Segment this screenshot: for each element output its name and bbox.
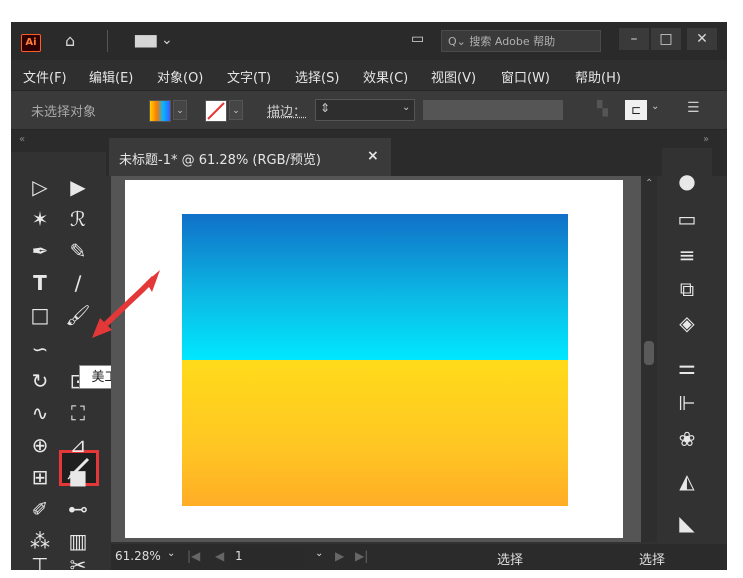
- no-stroke-icon: [207, 102, 225, 120]
- tools-panel: ▷ ▶ ✶ ℛ ✒ ✎ T ∕ □ 🖌 ∽ ↻ ⊡ ∿ ⛶ ⊕ ⊿ ⊞ ■ ✐ …: [11, 152, 106, 570]
- align-icon[interactable]: ⊏: [625, 100, 647, 120]
- magic-wand-tool-icon[interactable]: ✶: [25, 204, 55, 234]
- ai-logo-icon: Ai: [21, 34, 41, 52]
- control-menu-icon[interactable]: ☰: [687, 100, 700, 116]
- menu-window[interactable]: 窗口(W): [501, 67, 550, 86]
- menu-object[interactable]: 对象(O): [157, 67, 203, 86]
- canvas-area[interactable]: [111, 176, 657, 542]
- gradient-tool-icon[interactable]: ■: [63, 462, 93, 492]
- next-artboard-icon[interactable]: ▶: [335, 549, 344, 563]
- menu-help[interactable]: 帮助(H): [575, 67, 621, 86]
- brushes-panel-icon[interactable]: ◭: [672, 466, 702, 496]
- variable-width-profile[interactable]: [423, 100, 563, 120]
- document-tab-title: 未标题-1* @ 61.28% (RGB/预览): [119, 153, 321, 168]
- color-panel-icon[interactable]: ●: [672, 166, 702, 196]
- warp-tool-icon[interactable]: ∿: [25, 398, 55, 428]
- shaper-tool-icon[interactable]: ∽: [25, 334, 55, 364]
- selection-status: 未选择对象: [31, 105, 97, 120]
- arrange-documents-icon[interactable]: ▭: [411, 31, 424, 47]
- rotate-tool-icon[interactable]: ↻: [25, 366, 55, 396]
- search-icon: Q⌄: [448, 35, 470, 48]
- status-mode-right: 选择: [639, 553, 666, 568]
- first-artboard-icon[interactable]: |◀: [187, 549, 200, 563]
- slice-tool-icon[interactable]: ✂: [63, 550, 93, 570]
- workspace-layout-icon[interactable]: ▆▆ ⌄: [135, 32, 173, 48]
- stroke-panel-icon[interactable]: ≡: [672, 240, 702, 270]
- zoom-level[interactable]: 61.28%: [115, 549, 161, 563]
- stroke-weight-input[interactable]: ⇕ ⌄: [315, 99, 415, 121]
- curvature-tool-icon[interactable]: ✎: [63, 236, 93, 266]
- artboard[interactable]: [125, 180, 623, 538]
- blend-tool-icon[interactable]: ⊷: [63, 494, 93, 524]
- line-segment-tool-icon[interactable]: ∕: [63, 268, 93, 298]
- gradient-panel-icon[interactable]: ▭: [672, 204, 702, 234]
- selection-tool-icon[interactable]: ▷: [25, 172, 55, 202]
- symbols-panel-icon[interactable]: ◣: [672, 508, 702, 538]
- panels-dock: ● ▭ ≡ ⧉ ◈ ⚌ ⊩ ❀ ◭ ◣: [662, 148, 712, 570]
- paintbrush-tool-icon[interactable]: 🖌: [63, 300, 93, 330]
- artboard-dropdown-icon[interactable]: ⌄: [315, 548, 323, 559]
- artboard-tool-icon[interactable]: ⊤: [25, 550, 55, 570]
- yellow-gradient-rectangle[interactable]: [182, 360, 568, 506]
- menu-edit[interactable]: 编辑(E): [89, 67, 133, 86]
- properties-panel-icon[interactable]: ⚌: [672, 352, 702, 382]
- pen-tool-icon[interactable]: ✒: [25, 236, 55, 266]
- scroll-up-icon[interactable]: ⌃: [645, 178, 653, 189]
- artboard-number-input[interactable]: 1: [231, 547, 305, 567]
- document-tab-bar: « » 未标题-1* @ 61.28% (RGB/预览) ×: [11, 130, 727, 176]
- status-bar: 61.28% ⌄ |◀ ◀ 1 ⌄ ▶ ▶| 选择 选择: [111, 544, 727, 570]
- eyedropper-tool-icon[interactable]: ✐: [25, 494, 55, 524]
- title-bar: Ai ⌂ ▆▆ ⌄ ▭ Q⌄ 搜索 Adobe 帮助 – □ ✕: [11, 22, 727, 60]
- last-artboard-icon[interactable]: ▶|: [355, 549, 368, 563]
- align-dropdown-icon[interactable]: ⌄: [651, 101, 659, 112]
- stroke-dropdown[interactable]: ⌄: [229, 100, 243, 120]
- free-transform-tool-icon[interactable]: ⛶: [63, 398, 93, 428]
- status-mode-center: 选择: [497, 553, 524, 568]
- stroke-swatch[interactable]: [205, 100, 227, 122]
- direct-selection-tool-icon[interactable]: ▶: [63, 172, 93, 202]
- stroke-weight-dropdown-icon[interactable]: ⌄: [402, 102, 410, 113]
- artboard-number: 1: [235, 549, 243, 563]
- menu-effect[interactable]: 效果(C): [363, 67, 408, 86]
- illustrator-window: Ai ⌂ ▆▆ ⌄ ▭ Q⌄ 搜索 Adobe 帮助 – □ ✕ 文件(F) 编…: [11, 22, 727, 570]
- stroke-weight-stepper-icon[interactable]: ⇕: [320, 101, 330, 115]
- menu-type[interactable]: 文字(T): [227, 67, 271, 86]
- search-input[interactable]: Q⌄ 搜索 Adobe 帮助: [441, 30, 601, 52]
- menu-file[interactable]: 文件(F): [23, 67, 67, 86]
- document-tab[interactable]: 未标题-1* @ 61.28% (RGB/预览) ×: [109, 138, 391, 176]
- transparency-panel-icon[interactable]: ⧉: [672, 274, 702, 304]
- menu-bar: 文件(F) 编辑(E) 对象(O) 文字(T) 选择(S) 效果(C) 视图(V…: [11, 60, 727, 90]
- fill-swatch[interactable]: [149, 100, 171, 122]
- close-tab-icon[interactable]: ×: [367, 148, 379, 164]
- blue-gradient-rectangle[interactable]: [182, 214, 568, 360]
- fill-dropdown[interactable]: ⌄: [173, 100, 187, 120]
- recolor-icon[interactable]: ▚: [597, 101, 608, 117]
- menu-view[interactable]: 视图(V): [431, 67, 476, 86]
- layers-panel-icon[interactable]: ◈: [672, 308, 702, 338]
- vertical-scrollbar[interactable]: ⌃: [641, 176, 657, 542]
- stroke-label[interactable]: 描边：: [267, 101, 306, 120]
- collapse-panels-icon[interactable]: »: [703, 134, 709, 145]
- type-tool-icon[interactable]: T: [25, 268, 55, 298]
- search-placeholder: 搜索 Adobe 帮助: [469, 35, 556, 48]
- maximize-button[interactable]: □: [651, 28, 681, 50]
- shape-builder-tool-icon[interactable]: ⊕: [25, 430, 55, 460]
- zoom-dropdown-icon[interactable]: ⌄: [167, 548, 175, 559]
- align-panel-icon[interactable]: ⊩: [672, 388, 702, 418]
- divider: [107, 30, 108, 52]
- mesh-tool-icon[interactable]: ⊞: [25, 462, 55, 492]
- minimize-button[interactable]: –: [619, 28, 649, 50]
- swatches-panel-icon[interactable]: ❀: [672, 424, 702, 454]
- scrollbar-thumb[interactable]: [644, 341, 654, 365]
- menu-select[interactable]: 选择(S): [295, 67, 339, 86]
- home-icon[interactable]: ⌂: [65, 31, 75, 50]
- close-button[interactable]: ✕: [687, 28, 717, 50]
- rectangle-tool-icon[interactable]: □: [25, 300, 55, 330]
- perspective-grid-tool-icon[interactable]: ⊿: [63, 430, 93, 460]
- control-bar: 未选择对象 ⌄ ⌄ 描边： ⇕ ⌄ ▚ ⊏ ⌄ ☰: [11, 90, 727, 130]
- collapse-toolbar-icon[interactable]: «: [19, 134, 25, 145]
- lasso-tool-icon[interactable]: ℛ: [63, 204, 93, 234]
- previous-artboard-icon[interactable]: ◀: [215, 549, 224, 563]
